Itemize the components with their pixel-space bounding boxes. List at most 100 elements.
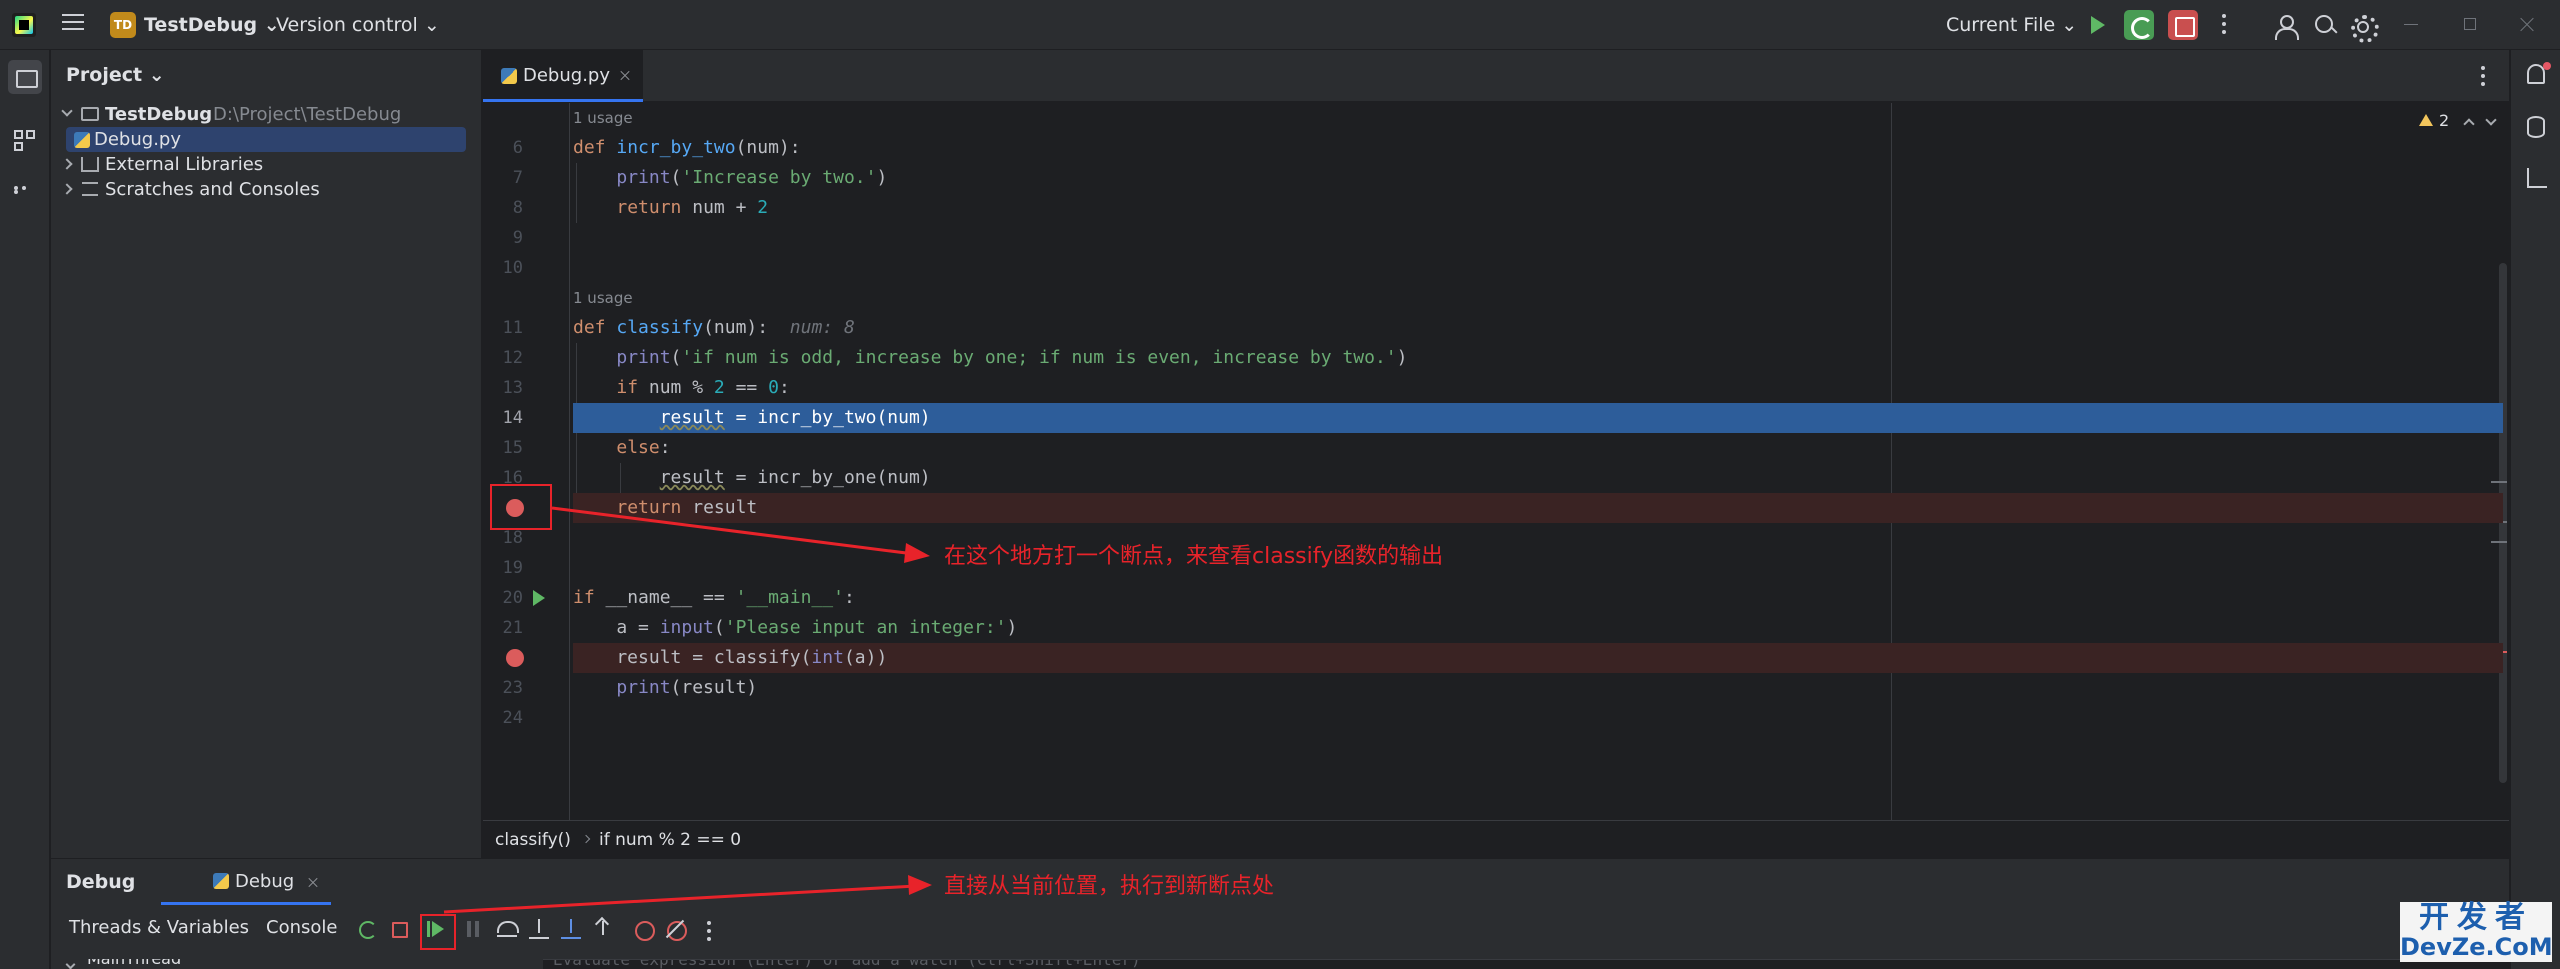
- minimize-icon[interactable]: [2404, 24, 2418, 25]
- line-number: 12: [502, 348, 523, 368]
- close-tab-icon[interactable]: [619, 70, 631, 82]
- debug-panel-title: Debug: [66, 871, 136, 893]
- chevron-down-icon[interactable]: [61, 105, 73, 117]
- chevron-down-icon: ⌄: [2061, 14, 2078, 36]
- right-tool-strip: [2510, 50, 2560, 969]
- version-control-menu[interactable]: Version control ⌄: [276, 14, 440, 36]
- line-number: 23: [502, 678, 523, 698]
- more-actions-icon[interactable]: [707, 921, 711, 945]
- evaluate-expression-input[interactable]: Evaluate expression (Enter) or add a wat…: [543, 959, 2509, 969]
- chevron-right-icon[interactable]: [61, 183, 73, 195]
- code-line[interactable]: def classify(num): num: 8: [573, 313, 2509, 343]
- code-line[interactable]: result = incr_by_one(num): [573, 463, 2509, 493]
- line-number: 20: [502, 588, 523, 608]
- project-panel-title[interactable]: Project ⌄: [66, 64, 165, 86]
- chevron-right-icon: [581, 834, 591, 844]
- project-badge[interactable]: TD: [110, 12, 136, 38]
- code-line[interactable]: if num % 2 == 0:: [573, 373, 2509, 403]
- warning-icon[interactable]: [2419, 114, 2433, 126]
- library-icon: [81, 157, 99, 172]
- execution-point-line[interactable]: result = incr_by_two(num): [573, 403, 2503, 433]
- main-menu-icon[interactable]: [62, 14, 84, 34]
- inline-value-hint: num: 8: [789, 317, 855, 338]
- tab-console[interactable]: Console: [266, 917, 337, 938]
- more-tools-icon[interactable]: [14, 186, 36, 194]
- chevron-down-icon[interactable]: [2485, 114, 2497, 126]
- database-icon[interactable]: [2527, 116, 2545, 138]
- pause-icon[interactable]: [461, 917, 485, 941]
- breadcrumb-item[interactable]: classify(): [495, 830, 571, 850]
- tree-item-debug-py[interactable]: Debug.py: [66, 127, 466, 152]
- breadcrumb: classify() if num % 2 == 0: [483, 820, 2509, 858]
- tree-item-root[interactable]: TestDebug D:\Project\TestDebug: [51, 102, 481, 127]
- step-out-icon[interactable]: [591, 917, 615, 941]
- add-user-icon[interactable]: [2272, 10, 2302, 40]
- close-icon[interactable]: [2518, 16, 2536, 34]
- step-into-icon[interactable]: [527, 917, 551, 941]
- code-line[interactable]: print('Increase by two.'): [573, 163, 2509, 193]
- code-line[interactable]: else:: [573, 433, 2509, 463]
- breadcrumb-item[interactable]: if num % 2 == 0: [599, 830, 741, 850]
- maximize-icon[interactable]: [2464, 18, 2476, 30]
- profiler-icon[interactable]: [2527, 168, 2547, 188]
- project-switcher[interactable]: TestDebug ⌄: [144, 14, 280, 36]
- tree-item-external-libraries[interactable]: External Libraries: [51, 152, 481, 177]
- line-number: 24: [502, 708, 523, 728]
- left-tool-strip: [0, 50, 50, 969]
- python-file-icon: [501, 68, 517, 84]
- close-tab-icon[interactable]: [307, 877, 319, 889]
- line-number: 9: [512, 228, 523, 248]
- tab-debug-session[interactable]: Debug: [161, 859, 331, 905]
- thread-list[interactable]: MainThread: [51, 959, 541, 969]
- rerun-icon[interactable]: [355, 917, 379, 941]
- notification-badge: [2543, 62, 2551, 70]
- more-actions-icon[interactable]: [2222, 14, 2226, 38]
- view-breakpoints-icon[interactable]: [631, 917, 655, 941]
- breakpoint-line[interactable]: result = classify(int(a)): [573, 643, 2503, 673]
- step-over-icon[interactable]: [495, 917, 519, 941]
- code-line[interactable]: print('if num is odd, increase by one; i…: [573, 343, 2509, 373]
- step-into-my-code-icon[interactable]: [559, 917, 583, 941]
- breakpoint-highlight-box: [490, 484, 552, 530]
- code-line[interactable]: return num + 2: [573, 193, 2509, 223]
- folder-icon: [81, 107, 99, 121]
- breakpoint-icon[interactable]: [506, 649, 524, 667]
- tab-threads-variables[interactable]: Threads & Variables: [69, 917, 249, 938]
- line-number: 15: [502, 438, 523, 458]
- mute-breakpoints-icon[interactable]: [663, 917, 687, 941]
- resume-annotation: 直接从当前位置，执行到新断点处: [944, 874, 1275, 899]
- chevron-up-icon[interactable]: [2463, 118, 2475, 130]
- code-line[interactable]: a = input('Please input an integer:'): [573, 613, 2509, 643]
- python-file-icon: [74, 132, 90, 148]
- code-line[interactable]: def incr_by_two(num):: [573, 133, 2509, 163]
- project-folder-icon[interactable]: [8, 60, 42, 94]
- run-icon[interactable]: [2082, 10, 2112, 40]
- thread-item[interactable]: MainThread: [87, 959, 181, 968]
- stop-icon[interactable]: [387, 917, 411, 941]
- usage-hint[interactable]: 1 usage: [573, 287, 633, 309]
- line-number: 10: [502, 258, 523, 278]
- warning-count[interactable]: 2: [2439, 111, 2449, 130]
- search-icon[interactable]: [2310, 10, 2340, 40]
- code-line[interactable]: if __name__ == '__main__':: [573, 583, 2509, 613]
- tree-item-scratches[interactable]: Scratches and Consoles: [51, 177, 481, 202]
- tab-debug-py[interactable]: Debug.py: [483, 50, 643, 102]
- tab-actions-icon[interactable]: [2481, 66, 2485, 90]
- resume-highlight-box: [420, 914, 456, 950]
- run-config-selector[interactable]: Current File ⌄: [1946, 14, 2077, 36]
- code-editor[interactable]: 2 6 7 8 9 10 11 12 13 14 15 16 17 18 19 …: [483, 103, 2509, 820]
- structure-icon[interactable]: [14, 130, 36, 152]
- gear-icon[interactable]: [2346, 10, 2379, 43]
- title-bar: TD TestDebug ⌄ Version control ⌄ Current…: [0, 0, 2560, 50]
- watermark-logo: 开发者 DevZe.CoM: [2400, 900, 2553, 962]
- breakpoint-line[interactable]: return result: [573, 493, 2503, 523]
- editor-tabs: Debug.py: [483, 50, 2509, 102]
- run-gutter-icon[interactable]: [533, 590, 545, 606]
- rerun-debug-icon[interactable]: [2124, 10, 2154, 40]
- chevron-down-icon: ⌄: [423, 14, 440, 36]
- usage-hint[interactable]: 1 usage: [573, 107, 633, 129]
- code-line[interactable]: print(result): [573, 673, 2509, 703]
- chevron-right-icon[interactable]: [61, 158, 73, 170]
- chevron-down-icon[interactable]: [65, 959, 76, 969]
- stop-icon[interactable]: [2168, 10, 2198, 40]
